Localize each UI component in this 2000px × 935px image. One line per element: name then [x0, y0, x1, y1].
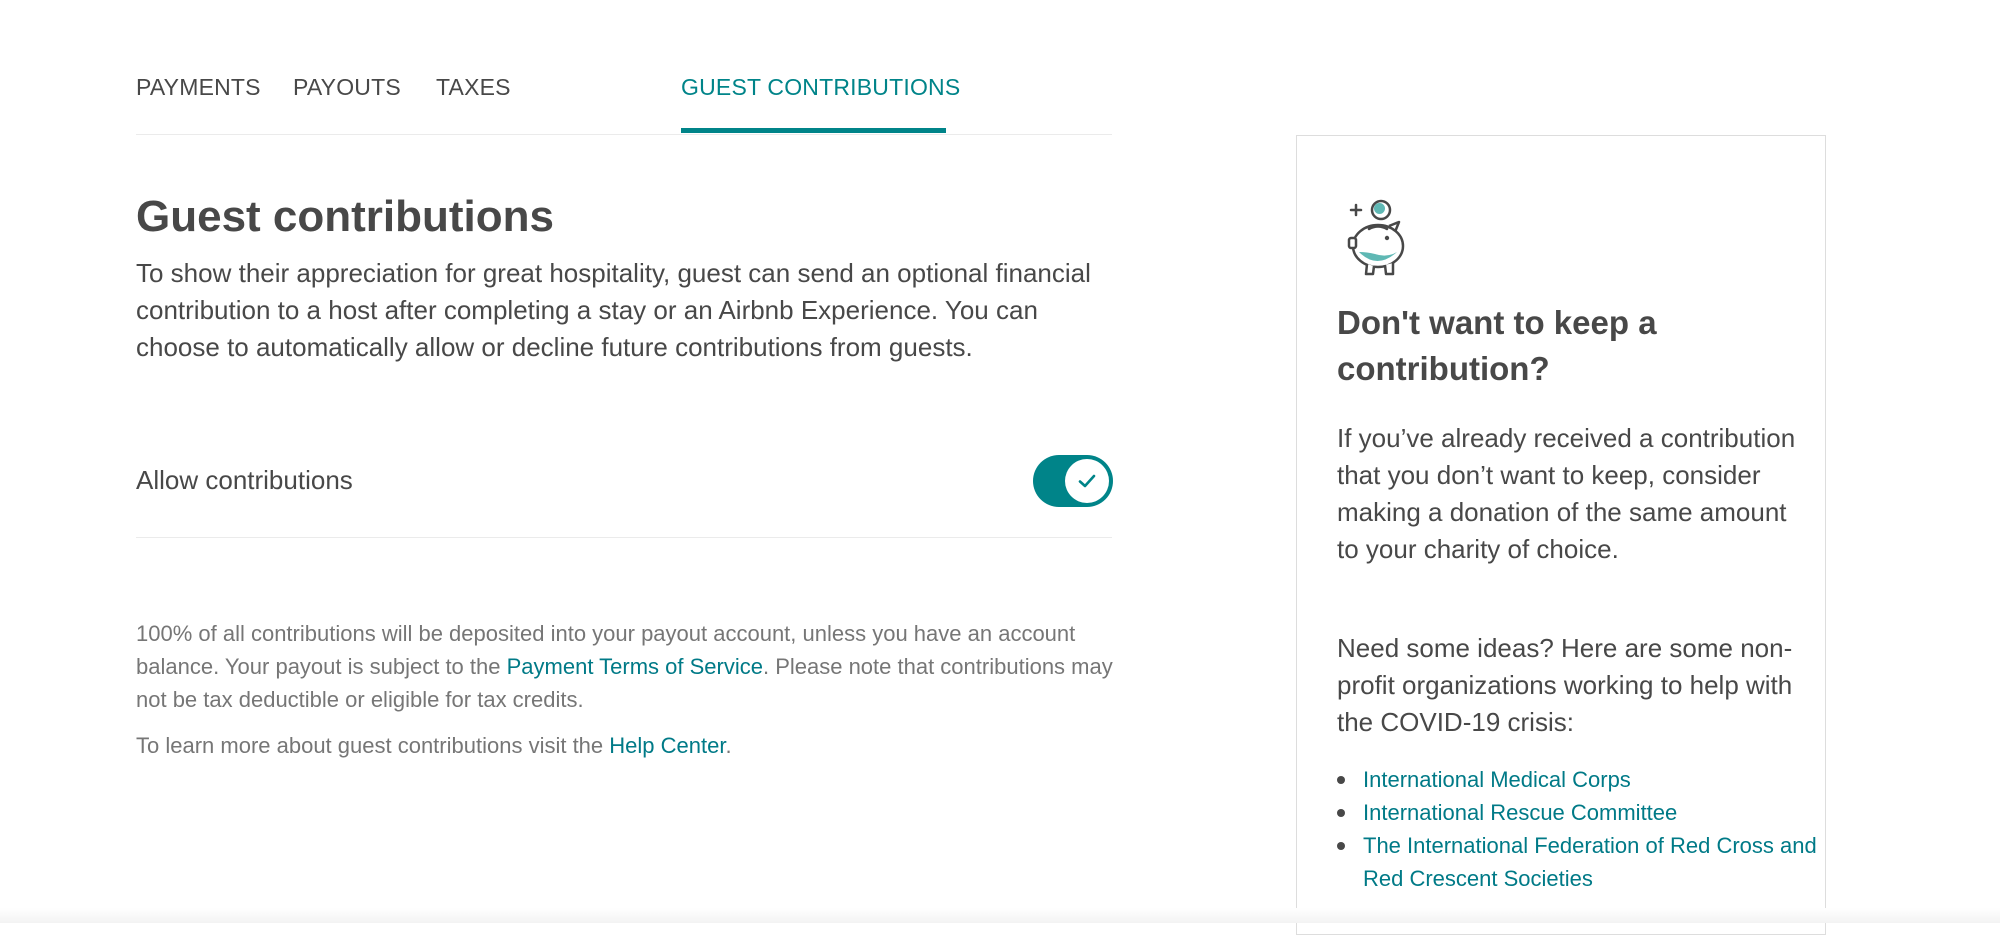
tab-taxes[interactable]: TAXES [436, 74, 511, 101]
tab-payments[interactable]: PAYMENTS [136, 74, 261, 101]
page-title: Guest contributions [136, 192, 554, 241]
active-tab-indicator [681, 128, 946, 133]
card-paragraph-donate: If you’ve already received a contributio… [1337, 423, 1796, 564]
bullet [1337, 776, 1345, 784]
list-item: The International Federation of Red Cros… [1337, 829, 1823, 895]
page-description: To show their appreciation for great hos… [136, 258, 1091, 362]
allow-contributions-label: Allow contributions [136, 465, 353, 495]
org-link-international-rescue-committee[interactable]: International Rescue Committee [1363, 800, 1677, 825]
card-paragraph-ideas: Need some ideas? Here are some non-profi… [1337, 633, 1793, 737]
list-item: International Medical Corps [1337, 763, 1823, 796]
contribution-info-card: Don't want to keep a contribution? If yo… [1296, 135, 1826, 935]
tab-guest-contributions[interactable]: GUEST CONTRIBUTIONS [681, 74, 960, 101]
payment-terms-link[interactable]: Payment Terms of Service [507, 654, 763, 679]
list-item: International Rescue Committee [1337, 796, 1823, 829]
allow-contributions-row: Allow contributions [136, 455, 1113, 538]
allow-contributions-toggle[interactable] [1033, 455, 1113, 507]
piggy-bank-icon [1347, 199, 1405, 276]
bottom-shadow [0, 908, 2000, 923]
help-note: To learn more about guest contributions … [136, 729, 1116, 762]
toggle-knob [1065, 459, 1109, 503]
checkmark-icon [1078, 474, 1096, 488]
help-note-period: . [725, 733, 732, 758]
bullet [1337, 842, 1345, 850]
bullet [1337, 809, 1345, 817]
org-link-international-medical-corps[interactable]: International Medical Corps [1363, 767, 1631, 792]
organization-list: International Medical Corps Internationa… [1337, 763, 1823, 895]
tab-bar: PAYMENTS PAYOUTS TAXES GUEST CONTRIBUTIO… [136, 0, 1112, 135]
deposit-note: 100% of all contributions will be deposi… [136, 617, 1116, 716]
tab-payouts[interactable]: PAYOUTS [293, 74, 401, 101]
help-note-text: To learn more about guest contributions … [136, 733, 610, 758]
org-link-ifrc[interactable]: The International Federation of Red Cros… [1363, 833, 1817, 891]
help-center-link[interactable]: Help Center [609, 733, 725, 758]
card-title: Don't want to keep a contribution? [1337, 304, 1657, 387]
